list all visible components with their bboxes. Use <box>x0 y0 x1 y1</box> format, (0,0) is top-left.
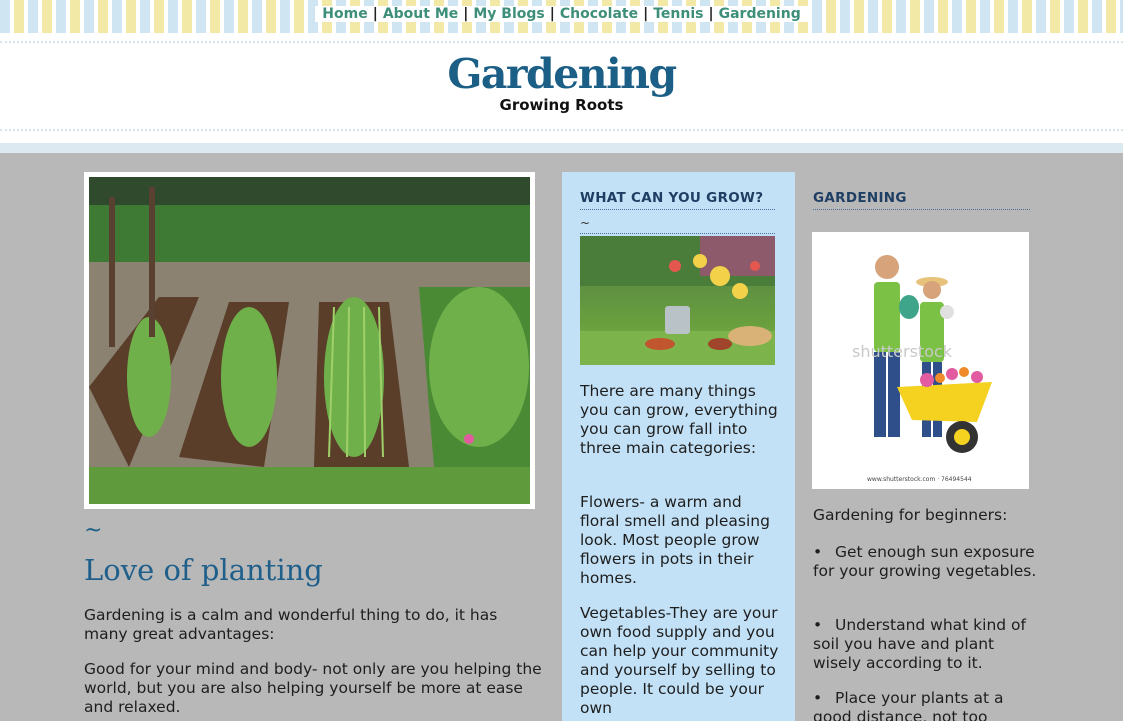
site-title: Gardening <box>447 50 677 98</box>
nav-separator: | <box>372 6 378 22</box>
sidebar-paragraph: There are many things you can grow, ever… <box>580 382 778 457</box>
site-subtitle: Growing Roots <box>499 96 624 114</box>
main-paragraph: Good for your mind and body- not only ar… <box>84 660 542 716</box>
bullet-icon: • <box>813 616 823 634</box>
gardeners-wheelbarrow-photo: shutterstock www.shutterstock.com · 7649… <box>812 232 1029 489</box>
dotted-divider <box>0 41 1123 43</box>
list-item: • Understand what kind of soil you have a… <box>813 616 1038 673</box>
nav-separator: | <box>463 6 469 22</box>
nav-chocolate[interactable]: Chocolate <box>557 6 641 22</box>
nav-separator: | <box>549 6 555 22</box>
sidebar-paragraph: Vegetables-They are your own food supply… <box>580 604 779 717</box>
nav-tennis[interactable]: Tennis <box>650 6 706 22</box>
sidebar-heading: WHAT CAN YOU GROW? <box>580 190 775 210</box>
tools-photo-illustration <box>580 236 775 365</box>
header-band <box>0 143 1123 153</box>
nav-my-blogs[interactable]: My Blogs <box>470 6 547 22</box>
gardeners-illustration: shutterstock www.shutterstock.com · 7649… <box>812 232 1029 489</box>
decorative-tilde: ~ <box>84 518 103 543</box>
nav-separator: | <box>643 6 649 22</box>
bullet-icon: • <box>813 543 823 561</box>
nav-home[interactable]: Home <box>319 6 370 22</box>
dotted-divider <box>0 129 1123 131</box>
sidebar-paragraph: Flowers- a warm and floral smell and ple… <box>580 493 770 587</box>
watermark-text: shutterstock <box>852 342 953 361</box>
main-paragraph: Gardening is a calm and wonderful thing … <box>84 606 498 643</box>
tip-text: Understand what kind of soil you have an… <box>813 616 1026 672</box>
list-item: • Place your plants at a good distance, n… <box>813 689 1038 721</box>
tip-text: Get enough sun exposure for your growing… <box>813 543 1037 580</box>
list-item: • Get enough sun exposure for your growin… <box>813 543 1038 581</box>
main-nav: Home | About Me | My Blogs | Chocolate | Tennis |… <box>0 6 1123 22</box>
garden-beds-photo <box>89 177 530 504</box>
nav-about-me[interactable]: About Me <box>380 6 461 22</box>
right-sidebar-heading: GARDENING <box>813 190 1030 210</box>
bullet-icon: • <box>813 689 823 707</box>
image-caption: www.shutterstock.com · 76494544 <box>867 476 972 483</box>
decorative-tilde: ~ <box>580 216 591 230</box>
dotted-divider <box>580 233 775 234</box>
beginners-intro: Gardening for beginners: <box>813 506 1008 524</box>
tip-text: Place your plants at a good distance, no… <box>813 689 1004 721</box>
nav-separator: | <box>708 6 714 22</box>
main-article-title: Love of planting <box>84 553 323 587</box>
sidebar-what-can-you-grow: WHAT CAN YOU GROW? ~ There are many thin… <box>562 172 795 721</box>
garden-tools-flowers-photo <box>580 236 775 365</box>
nav-gardening[interactable]: Gardening <box>716 6 804 22</box>
garden-photo-illustration <box>89 177 530 504</box>
main-photo-frame <box>84 172 535 509</box>
